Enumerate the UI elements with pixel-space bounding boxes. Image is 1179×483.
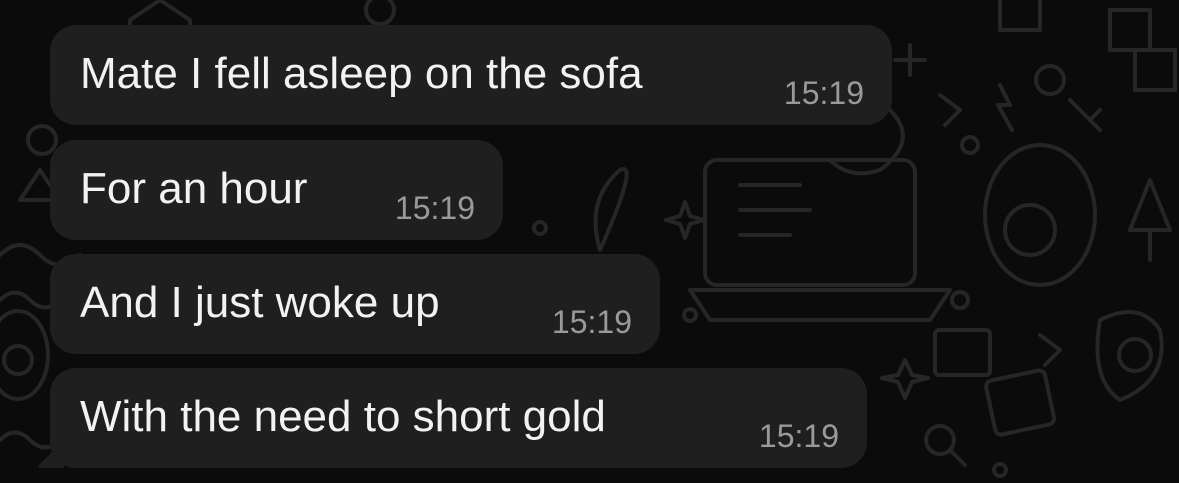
message-timestamp: 15:19 <box>758 418 839 454</box>
message-list: Mate I fell asleep on the sofa 15:19 For… <box>0 0 1179 483</box>
message-bubble[interactable]: Mate I fell asleep on the sofa 15:19 <box>50 25 892 125</box>
message-bubble[interactable]: With the need to short gold 15:19 <box>50 368 867 468</box>
message-timestamp: 15:19 <box>783 75 864 111</box>
message-text: Mate I fell asleep on the sofa <box>80 49 643 98</box>
message-timestamp: 15:19 <box>551 304 632 340</box>
message-text: And I just woke up <box>80 278 440 327</box>
message-text: For an hour <box>80 164 308 213</box>
message-timestamp: 15:19 <box>394 190 475 226</box>
message-bubble[interactable]: And I just woke up 15:19 <box>50 254 660 354</box>
message-text: With the need to short gold <box>80 392 606 441</box>
message-bubble[interactable]: For an hour 15:19 <box>50 140 503 240</box>
